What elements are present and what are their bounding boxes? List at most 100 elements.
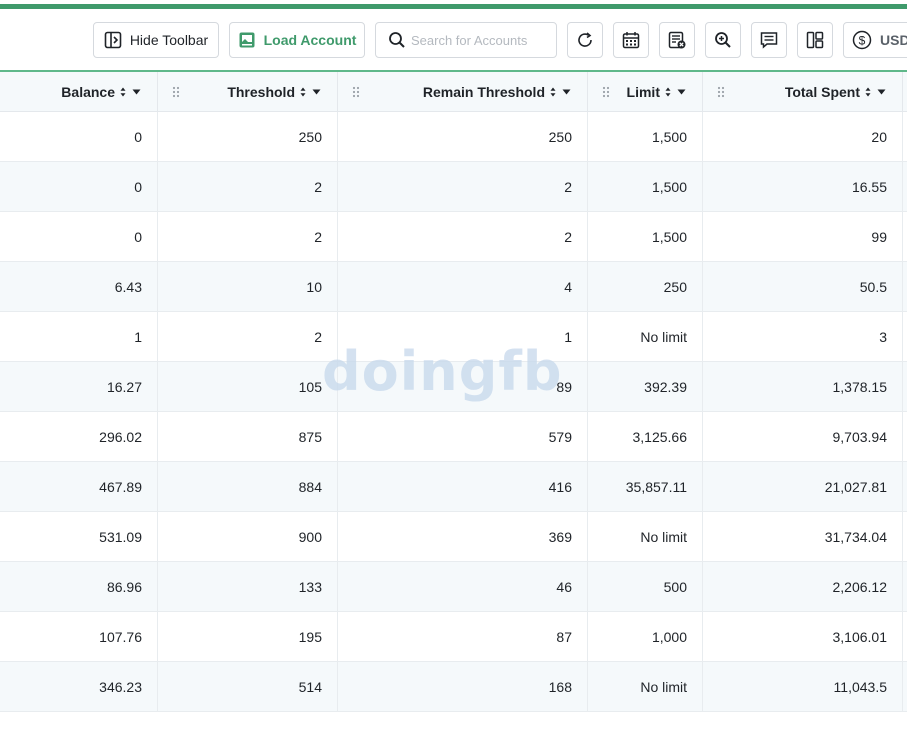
cell-total-spent: 9,703.94 bbox=[703, 412, 903, 461]
table-row[interactable]: 1 2 1 No limit 3 bbox=[0, 312, 907, 362]
cell-limit: No limit bbox=[588, 312, 703, 361]
hide-toolbar-label: Hide Toolbar bbox=[129, 32, 209, 48]
layout-icon bbox=[806, 31, 824, 49]
cell-balance: 0 bbox=[0, 212, 158, 261]
drag-handle-icon[interactable] bbox=[602, 86, 610, 98]
list-clear-icon bbox=[668, 31, 686, 49]
sort-icon[interactable] bbox=[550, 87, 556, 97]
cell-total-spent: 99 bbox=[703, 212, 903, 261]
column-header-total-spent[interactable]: Total Spent bbox=[703, 72, 903, 112]
currency-label: USD bbox=[880, 32, 907, 48]
cell-total-spent: 20 bbox=[703, 112, 903, 161]
cell-remain-threshold: 416 bbox=[338, 462, 588, 511]
cell-balance: 107.76 bbox=[0, 612, 158, 661]
cell-remain-threshold: 1 bbox=[338, 312, 588, 361]
table-row[interactable]: 531.09 900 369 No limit 31,734.04 bbox=[0, 512, 907, 562]
cell-limit: 1,000 bbox=[588, 612, 703, 661]
table-header: Balance Threshold Remain Threshold Limit Tot… bbox=[0, 70, 907, 112]
cell-remain-threshold: 87 bbox=[338, 612, 588, 661]
clear-filter-button[interactable] bbox=[659, 22, 695, 58]
table-row[interactable]: 16.27 105 89 392.39 1,378.15 bbox=[0, 362, 907, 412]
column-header-remain-threshold[interactable]: Remain Threshold bbox=[338, 72, 588, 112]
message-icon bbox=[760, 32, 778, 49]
chevron-down-icon[interactable] bbox=[877, 89, 886, 95]
cell-threshold: 900 bbox=[158, 512, 338, 561]
sort-icon[interactable] bbox=[865, 87, 871, 97]
cell-remain-threshold: 2 bbox=[338, 162, 588, 211]
cell-total-spent: 2,206.12 bbox=[703, 562, 903, 611]
calendar-icon bbox=[622, 32, 640, 49]
dollar-icon: $ bbox=[852, 30, 872, 50]
cell-balance: 1 bbox=[0, 312, 158, 361]
table-body: 0 250 250 1,500 20 0 2 2 1,500 16.55 0 2 2 1,500 99 6.4… bbox=[0, 112, 907, 712]
sort-icon[interactable] bbox=[120, 87, 126, 97]
cell-total-spent: 11,043.5 bbox=[703, 662, 903, 711]
cell-total-spent: 50.5 bbox=[703, 262, 903, 311]
layout-button[interactable] bbox=[797, 22, 833, 58]
cell-balance: 16.27 bbox=[0, 362, 158, 411]
sort-icon[interactable] bbox=[665, 87, 671, 97]
drag-handle-icon[interactable] bbox=[717, 86, 725, 98]
chevron-down-icon[interactable] bbox=[562, 89, 571, 95]
cell-threshold: 514 bbox=[158, 662, 338, 711]
cell-balance: 0 bbox=[0, 112, 158, 161]
table-row[interactable]: 0 2 2 1,500 99 bbox=[0, 212, 907, 262]
chevron-down-icon[interactable] bbox=[312, 89, 321, 95]
image-icon bbox=[239, 32, 255, 48]
cell-balance: 531.09 bbox=[0, 512, 158, 561]
column-header-label: Threshold bbox=[227, 84, 295, 100]
table-row[interactable]: 0 250 250 1,500 20 bbox=[0, 112, 907, 162]
zoom-in-icon bbox=[715, 32, 731, 48]
svg-text:$: $ bbox=[859, 34, 866, 48]
search-icon bbox=[389, 32, 405, 48]
table-row[interactable]: 467.89 884 416 35,857.11 21,027.81 bbox=[0, 462, 907, 512]
cell-limit: No limit bbox=[588, 662, 703, 711]
column-header-limit[interactable]: Limit bbox=[588, 72, 703, 112]
refresh-button[interactable] bbox=[567, 22, 603, 58]
date-filter-button[interactable] bbox=[613, 22, 649, 58]
hide-toolbar-button[interactable]: Hide Toolbar bbox=[93, 22, 219, 58]
cell-limit: No limit bbox=[588, 512, 703, 561]
table-row[interactable]: 0 2 2 1,500 16.55 bbox=[0, 162, 907, 212]
cell-remain-threshold: 2 bbox=[338, 212, 588, 261]
cell-threshold: 250 bbox=[158, 112, 338, 161]
cell-balance: 0 bbox=[0, 162, 158, 211]
cell-balance: 467.89 bbox=[0, 462, 158, 511]
cell-limit: 500 bbox=[588, 562, 703, 611]
cell-total-spent: 21,027.81 bbox=[703, 462, 903, 511]
cell-limit: 1,500 bbox=[588, 212, 703, 261]
column-header-label: Limit bbox=[626, 84, 660, 100]
search-input[interactable] bbox=[411, 32, 551, 48]
load-account-button[interactable]: Load Account bbox=[229, 22, 365, 58]
table-row[interactable]: 107.76 195 87 1,000 3,106.01 bbox=[0, 612, 907, 662]
drag-handle-icon[interactable] bbox=[352, 86, 360, 98]
currency-selector[interactable]: $ USD bbox=[843, 22, 907, 58]
table-row[interactable]: 6.43 10 4 250 50.5 bbox=[0, 262, 907, 312]
cell-threshold: 875 bbox=[158, 412, 338, 461]
column-header-balance[interactable]: Balance bbox=[0, 72, 158, 112]
refresh-icon bbox=[578, 32, 592, 47]
cell-balance: 296.02 bbox=[0, 412, 158, 461]
table-row[interactable]: 86.96 133 46 500 2,206.12 bbox=[0, 562, 907, 612]
cell-threshold: 195 bbox=[158, 612, 338, 661]
column-header-label: Total Spent bbox=[784, 84, 860, 100]
cell-limit: 35,857.11 bbox=[588, 462, 703, 511]
cell-remain-threshold: 4 bbox=[338, 262, 588, 311]
table-row[interactable]: 296.02 875 579 3,125.66 9,703.94 bbox=[0, 412, 907, 462]
notes-button[interactable] bbox=[751, 22, 787, 58]
column-header-label: Remain Threshold bbox=[422, 84, 545, 100]
chevron-down-icon[interactable] bbox=[677, 89, 686, 95]
sort-icon[interactable] bbox=[300, 87, 306, 97]
column-header-threshold[interactable]: Threshold bbox=[158, 72, 338, 112]
table-row[interactable]: 346.23 514 168 No limit 11,043.5 bbox=[0, 662, 907, 712]
toolbar: Hide Toolbar Load Account Search for Acc… bbox=[0, 10, 907, 70]
cell-total-spent: 1,378.15 bbox=[703, 362, 903, 411]
cell-total-spent: 3 bbox=[703, 312, 903, 361]
drag-handle-icon[interactable] bbox=[172, 86, 180, 98]
cell-threshold: 105 bbox=[158, 362, 338, 411]
cell-limit: 250 bbox=[588, 262, 703, 311]
chevron-down-icon[interactable] bbox=[132, 89, 141, 95]
zoom-button[interactable] bbox=[705, 22, 741, 58]
cell-threshold: 10 bbox=[158, 262, 338, 311]
cell-threshold: 2 bbox=[158, 162, 338, 211]
